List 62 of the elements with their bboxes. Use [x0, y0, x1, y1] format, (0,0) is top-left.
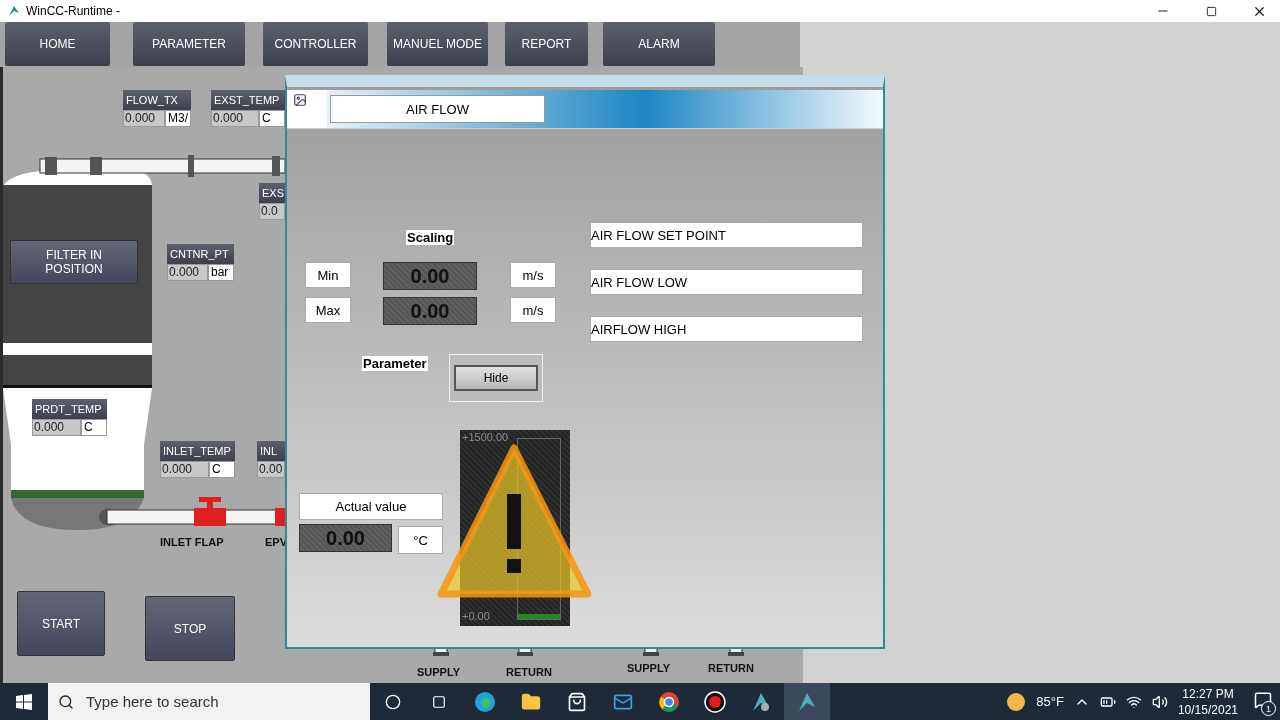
- nav-button[interactable]: CONTROLLER: [263, 22, 368, 66]
- plant-button[interactable]: STOP: [145, 596, 235, 661]
- tag-unit: C: [209, 461, 235, 478]
- limit-field[interactable]: AIR FLOW LOW: [590, 269, 863, 295]
- tag-value: 0.000: [160, 461, 209, 478]
- weather-temperature: 85°F: [1036, 694, 1064, 709]
- tag-label: PRDT_TEMP: [32, 399, 107, 419]
- range-label: Max: [305, 297, 351, 323]
- tag-value: 0.000: [32, 419, 81, 436]
- tag-value: 0.000: [123, 110, 165, 127]
- unit-label: °C: [398, 526, 443, 554]
- tag-label: EXST_TEMP: [211, 90, 285, 110]
- nav-button[interactable]: PARAMETER: [133, 22, 245, 66]
- section-label: Scaling: [406, 230, 455, 245]
- actual-value-label: Actual value: [299, 493, 443, 520]
- limit-field[interactable]: AIR FLOW SET POINT: [590, 222, 863, 248]
- scale-label: +0.00: [462, 610, 490, 622]
- search-box[interactable]: Type here to search: [48, 683, 370, 720]
- section-label: Parameter: [362, 356, 428, 371]
- weather-sun-icon: [1006, 691, 1027, 712]
- tag-label: INL: [257, 441, 285, 461]
- tag-unit: C: [81, 419, 107, 436]
- nav-button[interactable]: REPORT: [505, 22, 588, 66]
- unit-label: m/s: [510, 262, 556, 288]
- tag-label: FLOW_TX: [123, 90, 191, 110]
- tag-value: 0.00: [257, 461, 285, 478]
- unit-label: m/s: [510, 297, 556, 323]
- equipment-label: INLET FLAP: [160, 536, 224, 548]
- equipment-label: RETURN: [708, 662, 754, 674]
- app-icon[interactable]: [784, 683, 830, 720]
- tag-value: 0.0: [259, 203, 285, 220]
- clock-time[interactable]: 12:27 PM: [1182, 685, 1234, 702]
- nav-button[interactable]: HOME: [5, 22, 110, 66]
- scale-label: +1500.00: [462, 431, 509, 443]
- tag-label: INLET_TEMP: [160, 441, 235, 461]
- image-icon: [293, 93, 307, 107]
- tag-label: CNTNR_PT: [167, 244, 234, 264]
- tag-unit: M3/: [165, 110, 191, 127]
- tag-label: EXS: [259, 183, 285, 203]
- tag-value: 0.000: [211, 110, 259, 127]
- search-icon[interactable]: [58, 693, 74, 710]
- hide-button[interactable]: Hide: [454, 365, 538, 391]
- window-title: WinCC-Runtime -: [26, 4, 121, 18]
- faceplate-title: AIR FLOW: [330, 95, 545, 123]
- plant-button[interactable]: START: [17, 591, 105, 656]
- tag-value: 0.000: [167, 264, 208, 281]
- search-field[interactable]: Type here to search: [84, 692, 338, 711]
- equipment-label: SUPPLY: [627, 662, 670, 674]
- tag-unit: bar: [208, 264, 234, 281]
- actual-value: 0.00: [299, 524, 392, 552]
- equipment-label: RETURN: [506, 666, 552, 678]
- notification-count: 1: [1261, 701, 1276, 716]
- range-label: Min: [305, 262, 351, 288]
- limit-field[interactable]: AIRFLOW HIGH: [590, 316, 863, 342]
- plant-button[interactable]: FILTER IN POSITION: [10, 240, 138, 284]
- equipment-label: SUPPLY: [417, 666, 460, 678]
- tag-unit: C: [259, 110, 285, 127]
- app-logo-icon: [8, 5, 20, 17]
- nav-button[interactable]: MANUEL MODE: [387, 22, 488, 66]
- clock-date[interactable]: 10/15/2021: [1177, 701, 1238, 718]
- volume-icon[interactable]: [1151, 693, 1168, 710]
- nav-button[interactable]: ALARM: [603, 22, 715, 66]
